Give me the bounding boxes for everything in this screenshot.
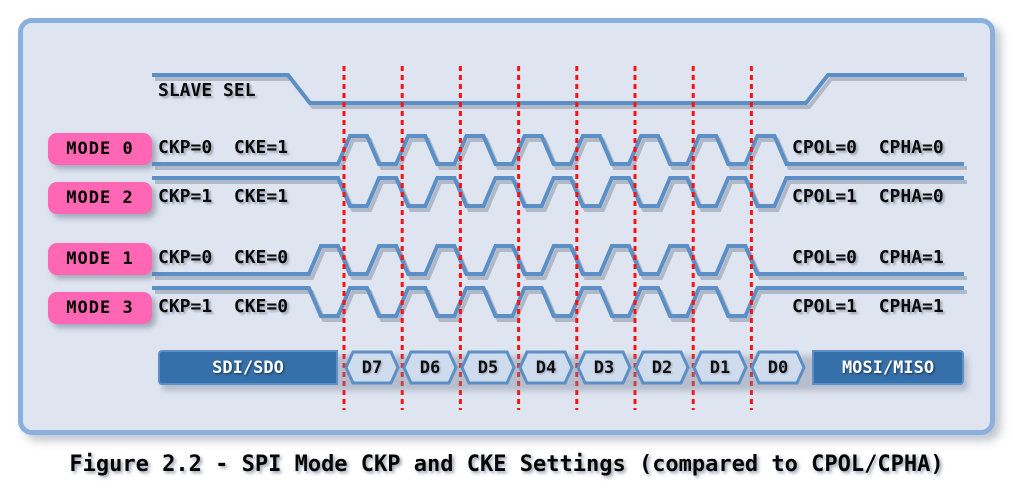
data-bit-cell-D5: D5 xyxy=(460,350,516,385)
badge-mode-1: MODE 1 xyxy=(48,243,152,275)
figure-caption: Figure 2.2 - SPI Mode CKP and CKE Settin… xyxy=(69,452,944,477)
data-bit-cell-D6: D6 xyxy=(402,350,458,385)
figure-root: SLAVE SEL MODE 0 CKP=0 CKE=1 CPOL=0 CPHA… xyxy=(0,0,1013,501)
slave-sel-label: SLAVE SEL xyxy=(158,80,256,101)
bit-label-D5: D5 xyxy=(477,357,499,378)
bit-label-D3: D3 xyxy=(593,357,615,378)
data-bit-cell-D1: D1 xyxy=(692,350,748,385)
bit-label-D6: D6 xyxy=(419,357,441,378)
data-bit-cell-D3: D3 xyxy=(576,350,632,385)
bit-label-D0: D0 xyxy=(767,357,789,378)
right-label-mode-0: CPOL=0 CPHA=0 xyxy=(792,137,944,158)
right-label-mode-1: CPOL=0 CPHA=1 xyxy=(792,247,944,268)
data-bar: SDI/SDO D7 D6 D5 D4 D3 D2 D1 D0 MOSI/MISO xyxy=(158,350,964,385)
data-bit-cell-D0: D0 xyxy=(750,350,806,385)
bit-label-D4: D4 xyxy=(535,357,557,378)
left-label-mode-2: CKP=1 CKE=1 xyxy=(158,186,289,207)
badge-mode-0: MODE 0 xyxy=(48,133,152,165)
left-label-mode-1: CKP=0 CKE=0 xyxy=(158,247,289,268)
badge-mode-3: MODE 3 xyxy=(48,292,152,324)
data-bit-cell-D4: D4 xyxy=(518,350,574,385)
bit-label-D2: D2 xyxy=(651,357,673,378)
data-bar-right-label: MOSI/MISO xyxy=(812,350,964,385)
data-bit-cell-D7: D7 xyxy=(344,350,400,385)
data-bar-left-label: SDI/SDO xyxy=(158,350,338,385)
bit-label-D1: D1 xyxy=(709,357,731,378)
data-bit-cell-D2: D2 xyxy=(634,350,690,385)
left-label-mode-0: CKP=0 CKE=1 xyxy=(158,137,289,158)
badge-mode-2: MODE 2 xyxy=(48,182,152,214)
bit-label-D7: D7 xyxy=(361,357,383,378)
left-label-mode-3: CKP=1 CKE=0 xyxy=(158,296,289,317)
right-label-mode-2: CPOL=1 CPHA=0 xyxy=(792,186,944,207)
right-label-mode-3: CPOL=1 CPHA=1 xyxy=(792,296,944,317)
